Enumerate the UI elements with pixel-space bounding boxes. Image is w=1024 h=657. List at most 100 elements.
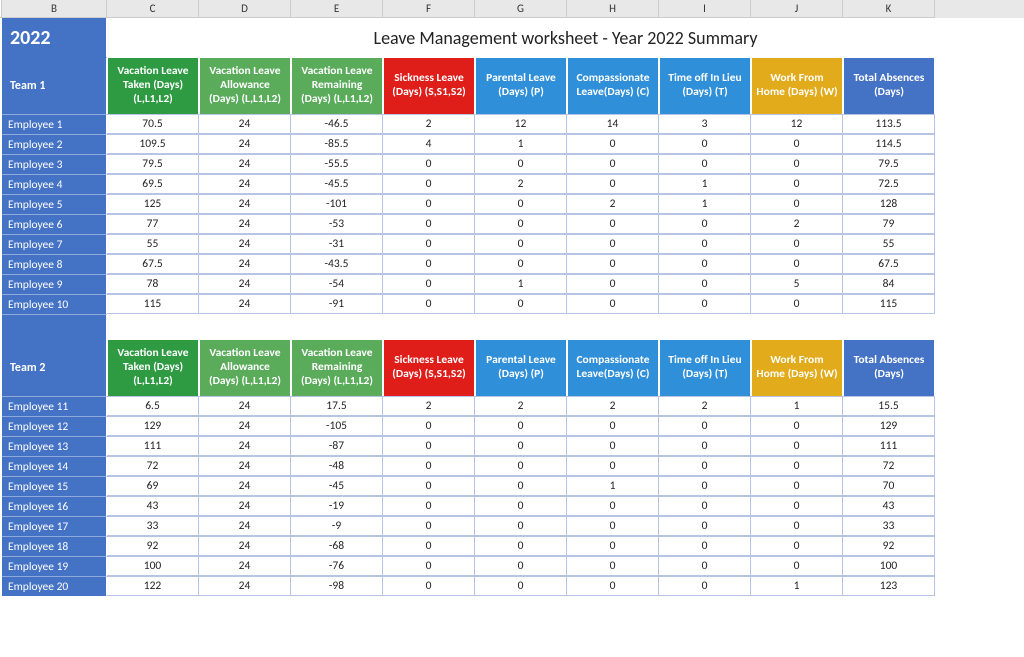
cell-total[interactable]: 33 [843, 516, 935, 536]
cell-vac-remain[interactable]: -53 [291, 214, 383, 234]
cell-vac-allow[interactable]: 24 [199, 294, 291, 314]
cell-wfh[interactable]: 0 [751, 536, 843, 556]
cell-wfh[interactable]: 0 [751, 496, 843, 516]
cell-parental[interactable]: 0 [475, 436, 567, 456]
cell-vac-remain[interactable]: -54 [291, 274, 383, 294]
cell-vac-remain[interactable]: -48 [291, 456, 383, 476]
cell-total[interactable]: 129 [843, 416, 935, 436]
cell-total[interactable]: 84 [843, 274, 935, 294]
cell-vac-taken[interactable]: 70.5 [107, 114, 199, 134]
cell-compassion[interactable]: 0 [567, 576, 659, 596]
cell-vac-allow[interactable]: 24 [199, 234, 291, 254]
hdr-sickness[interactable]: Sickness Leave (Days) (S,S1,S2) [383, 58, 475, 114]
cell-parental[interactable]: 0 [475, 556, 567, 576]
cell-total[interactable]: 100 [843, 556, 935, 576]
cell-parental[interactable]: 0 [475, 476, 567, 496]
cell-parental[interactable]: 0 [475, 516, 567, 536]
cell-toil[interactable]: 0 [659, 274, 751, 294]
cell-sickness[interactable]: 0 [383, 214, 475, 234]
cell-vac-taken[interactable]: 43 [107, 496, 199, 516]
col-header-I[interactable]: I [659, 0, 751, 18]
cell-parental[interactable]: 12 [475, 114, 567, 134]
cell-vac-allow[interactable]: 24 [199, 416, 291, 436]
hdr-vac-taken[interactable]: Vacation Leave Taken (Days) (L,L1,L2) [107, 58, 199, 114]
cell-vac-allow[interactable]: 24 [199, 194, 291, 214]
cell-vac-taken[interactable]: 67.5 [107, 254, 199, 274]
cell-sickness[interactable]: 4 [383, 134, 475, 154]
cell-vac-remain[interactable]: -101 [291, 194, 383, 214]
cell-toil[interactable]: 0 [659, 416, 751, 436]
cell-compassion[interactable]: 0 [567, 516, 659, 536]
cell-vac-remain[interactable]: -19 [291, 496, 383, 516]
cell-compassion[interactable]: 0 [567, 274, 659, 294]
cell-sickness[interactable]: 0 [383, 436, 475, 456]
cell-sickness[interactable]: 0 [383, 476, 475, 496]
col-header-C[interactable]: C [107, 0, 199, 18]
cell-compassion[interactable]: 14 [567, 114, 659, 134]
cell-vac-remain[interactable]: -31 [291, 234, 383, 254]
employee-name-cell[interactable]: Employee 7 [2, 234, 107, 254]
cell-compassion[interactable]: 0 [567, 456, 659, 476]
cell-vac-remain[interactable]: -91 [291, 294, 383, 314]
cell-total[interactable]: 114.5 [843, 134, 935, 154]
team-name-cell[interactable]: Team 2 [2, 340, 107, 396]
cell-sickness[interactable]: 0 [383, 194, 475, 214]
cell-parental[interactable]: 2 [475, 174, 567, 194]
cell-sickness[interactable]: 2 [383, 396, 475, 416]
hdr-vac-taken[interactable]: Vacation Leave Taken (Days) (L,L1,L2) [107, 340, 199, 396]
cell-wfh[interactable]: 0 [751, 194, 843, 214]
cell-vac-remain[interactable]: -68 [291, 536, 383, 556]
cell-vac-allow[interactable]: 24 [199, 476, 291, 496]
cell-toil[interactable]: 0 [659, 576, 751, 596]
cell-compassion[interactable]: 0 [567, 436, 659, 456]
cell-vac-taken[interactable]: 92 [107, 536, 199, 556]
cell-toil[interactable]: 0 [659, 436, 751, 456]
cell-toil[interactable]: 0 [659, 496, 751, 516]
hdr-vac-remain[interactable]: Vacation Leave Remaining (Days) (L,L1,L2… [291, 58, 383, 114]
cell-total[interactable]: 72.5 [843, 174, 935, 194]
cell-total[interactable]: 72 [843, 456, 935, 476]
cell-compassion[interactable]: 0 [567, 294, 659, 314]
cell-sickness[interactable]: 0 [383, 516, 475, 536]
cell-vac-allow[interactable]: 24 [199, 456, 291, 476]
cell-total[interactable]: 15.5 [843, 396, 935, 416]
cell-total[interactable]: 70 [843, 476, 935, 496]
employee-name-cell[interactable]: Employee 9 [2, 274, 107, 294]
cell-wfh[interactable]: 0 [751, 154, 843, 174]
employee-name-cell[interactable]: Employee 17 [2, 516, 107, 536]
cell-parental[interactable]: 0 [475, 154, 567, 174]
cell-vac-taken[interactable]: 111 [107, 436, 199, 456]
cell-toil[interactable]: 1 [659, 174, 751, 194]
employee-name-cell[interactable]: Employee 20 [2, 576, 107, 596]
cell-vac-remain[interactable]: -76 [291, 556, 383, 576]
cell-vac-allow[interactable]: 24 [199, 536, 291, 556]
page-title[interactable]: Leave Management worksheet - Year 2022 S… [107, 18, 1024, 58]
cell-wfh[interactable]: 1 [751, 396, 843, 416]
cell-sickness[interactable]: 0 [383, 496, 475, 516]
cell-vac-taken[interactable]: 122 [107, 576, 199, 596]
cell-sickness[interactable]: 0 [383, 536, 475, 556]
hdr-toil[interactable]: Time off In Lieu (Days) (T) [659, 340, 751, 396]
cell-parental[interactable]: 0 [475, 234, 567, 254]
cell-vac-taken[interactable]: 125 [107, 194, 199, 214]
year-cell[interactable]: 2022 [2, 18, 107, 58]
cell-vac-allow[interactable]: 24 [199, 154, 291, 174]
cell-parental[interactable]: 0 [475, 416, 567, 436]
cell-vac-allow[interactable]: 24 [199, 174, 291, 194]
cell-total[interactable]: 79.5 [843, 154, 935, 174]
cell-wfh[interactable]: 0 [751, 134, 843, 154]
employee-name-cell[interactable]: Employee 1 [2, 114, 107, 134]
cell-compassion[interactable]: 0 [567, 496, 659, 516]
cell-total[interactable]: 123 [843, 576, 935, 596]
employee-name-cell[interactable]: Employee 3 [2, 154, 107, 174]
cell-compassion[interactable]: 0 [567, 536, 659, 556]
cell-vac-remain[interactable]: -45.5 [291, 174, 383, 194]
cell-compassion[interactable]: 0 [567, 254, 659, 274]
cell-total[interactable]: 115 [843, 294, 935, 314]
cell-wfh[interactable]: 5 [751, 274, 843, 294]
cell-toil[interactable]: 0 [659, 214, 751, 234]
cell-parental[interactable]: 0 [475, 254, 567, 274]
cell-parental[interactable]: 0 [475, 294, 567, 314]
col-header-E[interactable]: E [291, 0, 383, 18]
employee-name-cell[interactable]: Employee 6 [2, 214, 107, 234]
